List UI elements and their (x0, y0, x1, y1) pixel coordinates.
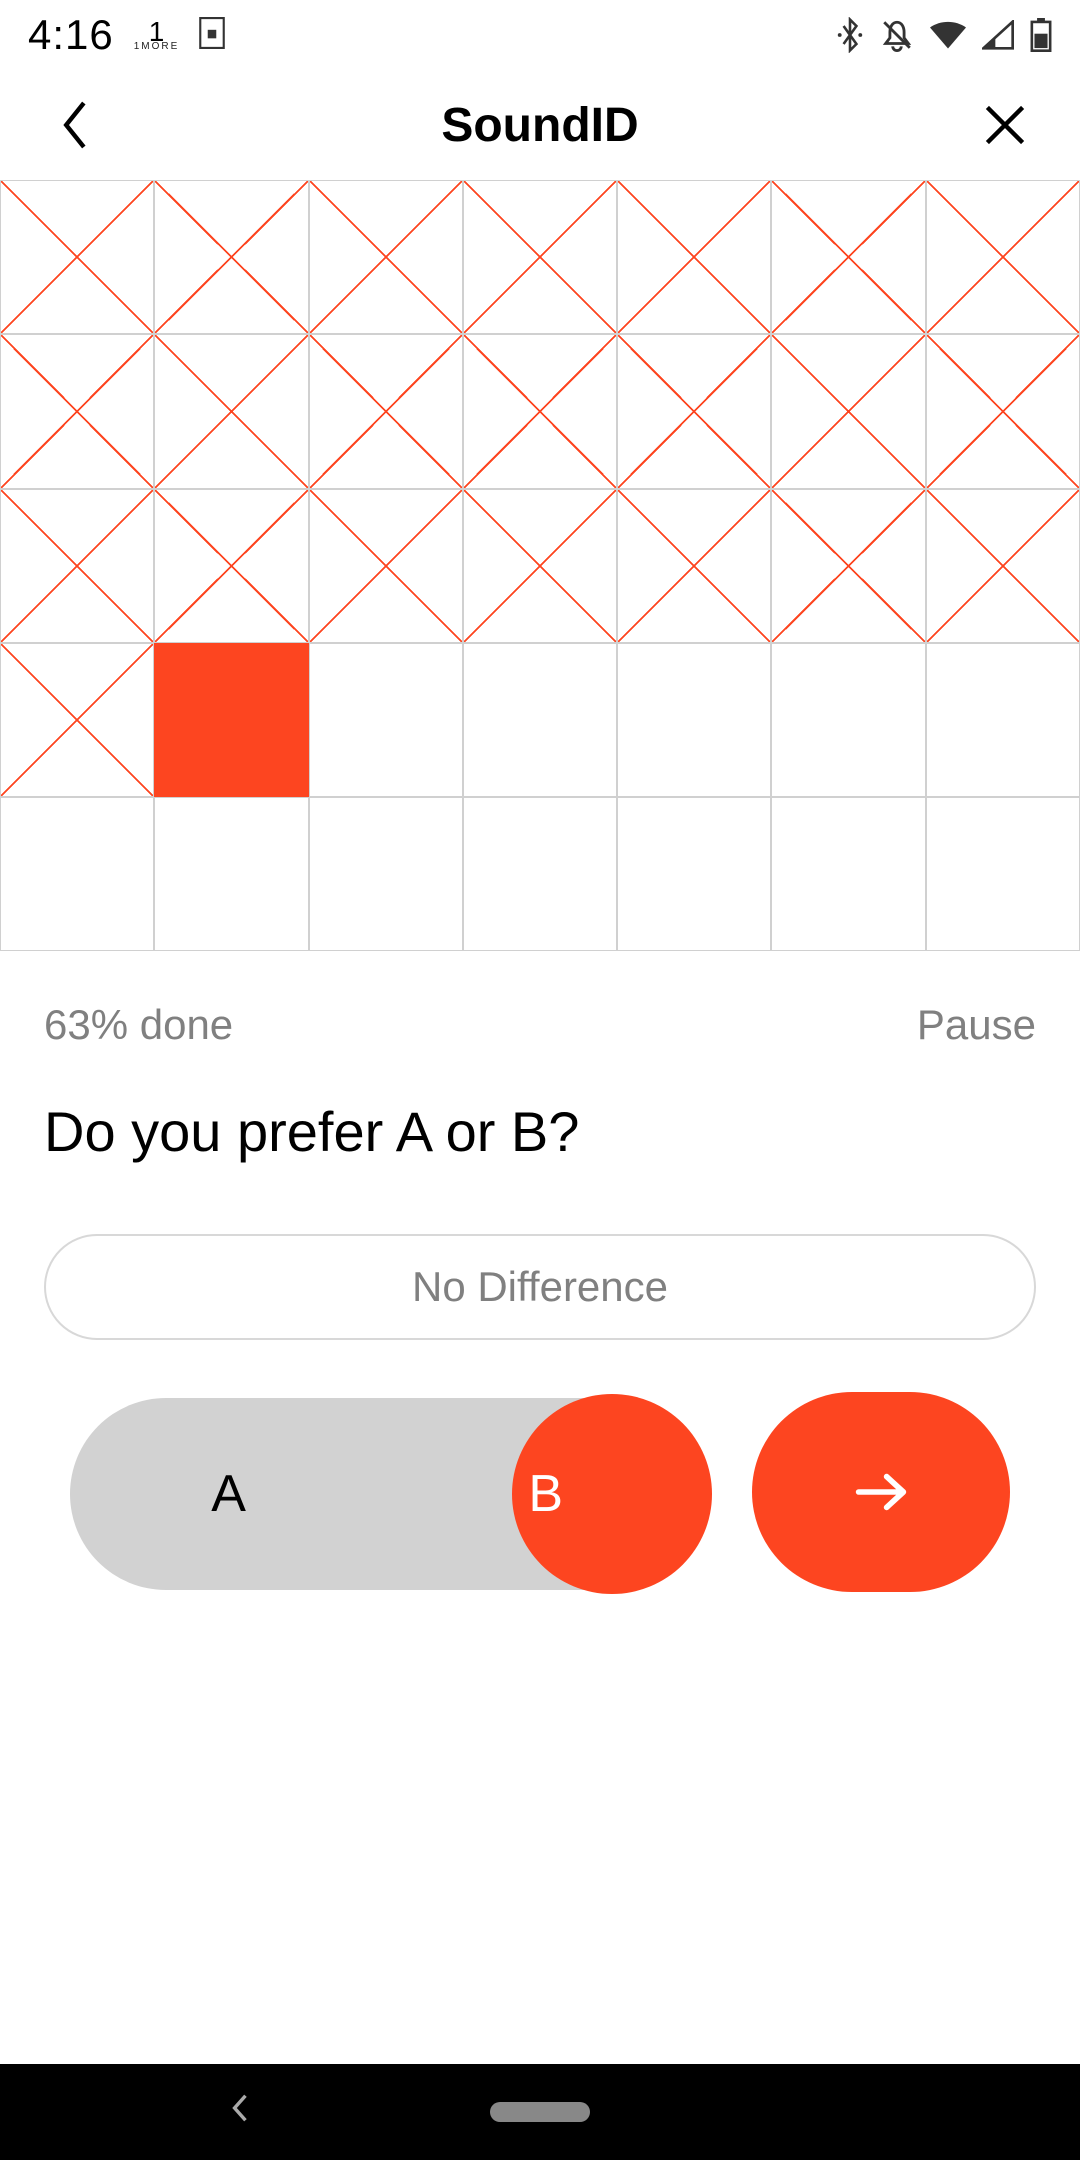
grid-cell (926, 180, 1080, 334)
pause-button[interactable]: Pause (917, 1001, 1036, 1049)
option-a-label: A (211, 1464, 246, 1524)
dnd-icon (880, 18, 914, 52)
status-left: 4:16 1 1MORE (28, 11, 225, 59)
option-b-button[interactable]: B (387, 1398, 704, 1590)
question-text: Do you prefer A or B? (0, 1079, 1080, 1204)
grid-cell (0, 489, 154, 643)
grid-cell (0, 797, 154, 951)
status-right (836, 17, 1052, 53)
option-a-button[interactable]: A (70, 1398, 387, 1590)
grid-cell (154, 334, 308, 488)
grid-cell (463, 643, 617, 797)
grid-cell (617, 334, 771, 488)
status-bar: 4:16 1 1MORE (0, 0, 1080, 70)
grid-cell (926, 334, 1080, 488)
grid-cell (463, 489, 617, 643)
grid-cell (0, 180, 154, 334)
nav-home-pill[interactable] (490, 2102, 590, 2122)
cell-signal-icon (982, 20, 1014, 50)
grid-cell (926, 643, 1080, 797)
grid-cell (0, 334, 154, 488)
app-header: SoundID (0, 70, 1080, 180)
close-button[interactable] (980, 100, 1030, 150)
grid-cell (771, 180, 925, 334)
grid-cell (771, 643, 925, 797)
progress-grid (0, 180, 1080, 951)
arrow-right-icon (853, 1470, 909, 1514)
nav-back-icon[interactable] (230, 2093, 250, 2131)
grid-cell (309, 797, 463, 951)
grid-cell (617, 797, 771, 951)
grid-cell (309, 643, 463, 797)
ab-selector-row: A B (0, 1340, 1080, 1592)
battery-icon (1030, 18, 1052, 52)
option-b-label: B (528, 1464, 563, 1524)
grid-cell (617, 643, 771, 797)
progress-row: 63% done Pause (0, 951, 1080, 1079)
grid-cell (0, 643, 154, 797)
grid-cell (771, 797, 925, 951)
grid-cell (463, 180, 617, 334)
grid-cell (463, 334, 617, 488)
grid-cell (154, 797, 308, 951)
progress-label: 63% done (44, 1001, 233, 1049)
next-button[interactable] (752, 1392, 1010, 1592)
grid-cell (771, 334, 925, 488)
grid-cell (617, 489, 771, 643)
grid-cell (309, 180, 463, 334)
close-icon (983, 103, 1027, 147)
grid-cell (154, 180, 308, 334)
chevron-left-icon (60, 100, 90, 150)
grid-cell (926, 797, 1080, 951)
system-nav-bar (0, 2064, 1080, 2160)
bluetooth-icon (836, 17, 864, 53)
brand-indicator: 1 1MORE (134, 18, 180, 52)
status-clock: 4:16 (28, 11, 114, 59)
no-difference-button[interactable]: No Difference (44, 1234, 1036, 1340)
grid-cell (154, 489, 308, 643)
grid-cell (309, 334, 463, 488)
page-title: SoundID (0, 98, 1080, 153)
grid-cell (617, 180, 771, 334)
grid-cell (926, 489, 1080, 643)
no-difference-label: No Difference (412, 1263, 668, 1311)
grid-cell (771, 489, 925, 643)
grid-cell (463, 797, 617, 951)
back-button[interactable] (50, 100, 100, 150)
grid-cell (309, 489, 463, 643)
ab-toggle[interactable]: A B (70, 1398, 704, 1590)
card-icon (199, 17, 225, 54)
wifi-icon (930, 21, 966, 49)
brand-label: 1MORE (134, 42, 180, 52)
grid-cell (154, 643, 308, 797)
